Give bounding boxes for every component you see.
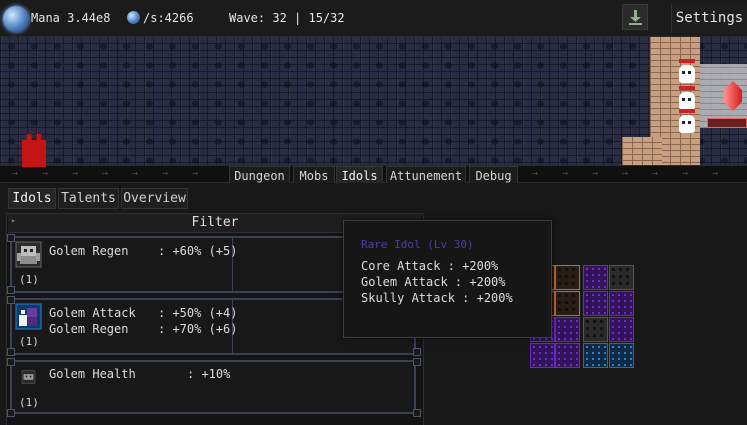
brick-wall <box>622 137 662 165</box>
card-frame-handle <box>7 409 15 417</box>
grid-cell[interactable] <box>609 317 634 342</box>
tooltip-line: Core Attack : +200% <box>361 259 499 273</box>
subtab-overview[interactable]: Overview <box>121 188 188 209</box>
grid-cell[interactable] <box>583 343 608 368</box>
rail-arrow-icon: → <box>72 168 79 179</box>
mana-orb-icon <box>3 6 29 32</box>
golem-regen-idol-icon <box>15 241 42 268</box>
crystal-health-bar <box>707 118 747 128</box>
enemy-health-bar <box>679 86 695 90</box>
core-tower-icon[interactable] <box>22 134 46 167</box>
skull-enemy-icon[interactable] <box>679 65 695 83</box>
grid-cell[interactable] <box>583 265 608 290</box>
grid-cell[interactable] <box>583 291 608 316</box>
rail-arrow-icon: → <box>12 168 19 179</box>
grid-cell[interactable] <box>609 343 634 368</box>
grid-cell[interactable] <box>555 317 580 342</box>
main-tab-strip: → → → → → → → → → → → → → → Dungeon Mobs… <box>0 165 747 186</box>
idol-stat-name: Golem Regen <box>49 322 129 336</box>
idol-stat-name: Golem Health <box>49 367 136 381</box>
download-button[interactable] <box>622 4 648 30</box>
download-icon <box>629 10 642 25</box>
tooltip-line: Skully Attack : +200% <box>361 291 513 305</box>
tooltip-line: Golem Attack : +200% <box>361 275 506 289</box>
subtab-idols[interactable]: Idols <box>8 188 56 209</box>
card-frame-handle <box>7 358 15 366</box>
idol-stat-value: : +10% <box>187 367 231 381</box>
golem-attack-idol-icon <box>15 303 42 330</box>
idol-stat-name: Golem Regen <box>49 244 129 258</box>
grid-cell[interactable] <box>609 265 634 290</box>
idol-stat-value: : +70% (+6) <box>158 322 238 336</box>
rail-arrow-icon: → <box>132 168 139 179</box>
rail-arrow-icon: → <box>42 168 49 179</box>
rail-arrow-icon: → <box>652 168 659 179</box>
rail-arrow-icon: → <box>192 168 199 179</box>
card-frame-handle <box>7 348 15 356</box>
rail-arrow-icon: → <box>532 168 539 179</box>
subtab-talents[interactable]: Talents <box>58 188 119 209</box>
mana-rate: /s:4266 <box>143 11 194 25</box>
grid-cell[interactable] <box>530 343 555 368</box>
enemy-health-bar <box>679 59 695 63</box>
resource-bar: Mana 3.44e8 /s:4266 Wave: 32 | 15/32 Set… <box>0 0 747 37</box>
collapse-arrow-icon[interactable]: ▸ <box>11 216 16 225</box>
grid-cell[interactable] <box>609 291 634 316</box>
grid-cell[interactable] <box>583 317 608 342</box>
grid-cell[interactable] <box>555 291 580 316</box>
tooltip-title: Rare Idol (Lv 30) <box>361 238 474 251</box>
rail-arrow-icon: → <box>592 168 599 179</box>
golem-health-idol-icon <box>21 370 36 384</box>
card-frame-handle <box>7 296 15 304</box>
dungeon-view[interactable] <box>0 37 747 167</box>
skull-enemy-icon[interactable] <box>679 115 695 133</box>
idol-stat-value: : +50% (+4) <box>158 306 238 320</box>
idol-count: (1) <box>19 396 39 409</box>
card-frame-handle <box>413 348 421 356</box>
wave-counter: Wave: 32 | 15/32 <box>229 11 345 25</box>
skull-enemy-icon[interactable] <box>679 92 695 110</box>
card-frame-handle <box>7 286 15 294</box>
idols-panel: Idols Talents Overview Filter ▸ (1) Gole… <box>0 183 747 425</box>
grid-cell[interactable] <box>555 265 580 290</box>
settings-button[interactable]: Settings <box>671 4 747 33</box>
rail-arrow-icon: → <box>102 168 109 179</box>
enemy-health-bar <box>679 109 695 113</box>
card-frame-handle <box>7 234 15 242</box>
rail-arrow-icon: → <box>562 168 569 179</box>
mana-amount: Mana 3.44e8 <box>31 11 111 25</box>
mana-orb-icon <box>127 11 140 24</box>
grid-cell[interactable] <box>555 343 580 368</box>
idol-stat-value: : +60% (+5) <box>158 244 238 258</box>
idol-stat-name: Golem Attack <box>49 306 136 320</box>
rail-arrow-icon: → <box>712 168 719 179</box>
card-frame-handle <box>413 358 421 366</box>
rail-arrow-icon: → <box>162 168 169 179</box>
enemy-spawn-area <box>622 37 747 165</box>
rail-arrow-icon: → <box>682 168 689 179</box>
idol-tooltip: Rare Idol (Lv 30) Core Attack : +200% Go… <box>343 220 552 338</box>
rail-arrow-icon: → <box>622 168 629 179</box>
idol-card[interactable]: (1) Golem Health : +10% <box>10 360 416 414</box>
idol-count: (1) <box>19 273 39 286</box>
card-frame-handle <box>413 409 421 417</box>
idol-count: (1) <box>19 335 39 348</box>
